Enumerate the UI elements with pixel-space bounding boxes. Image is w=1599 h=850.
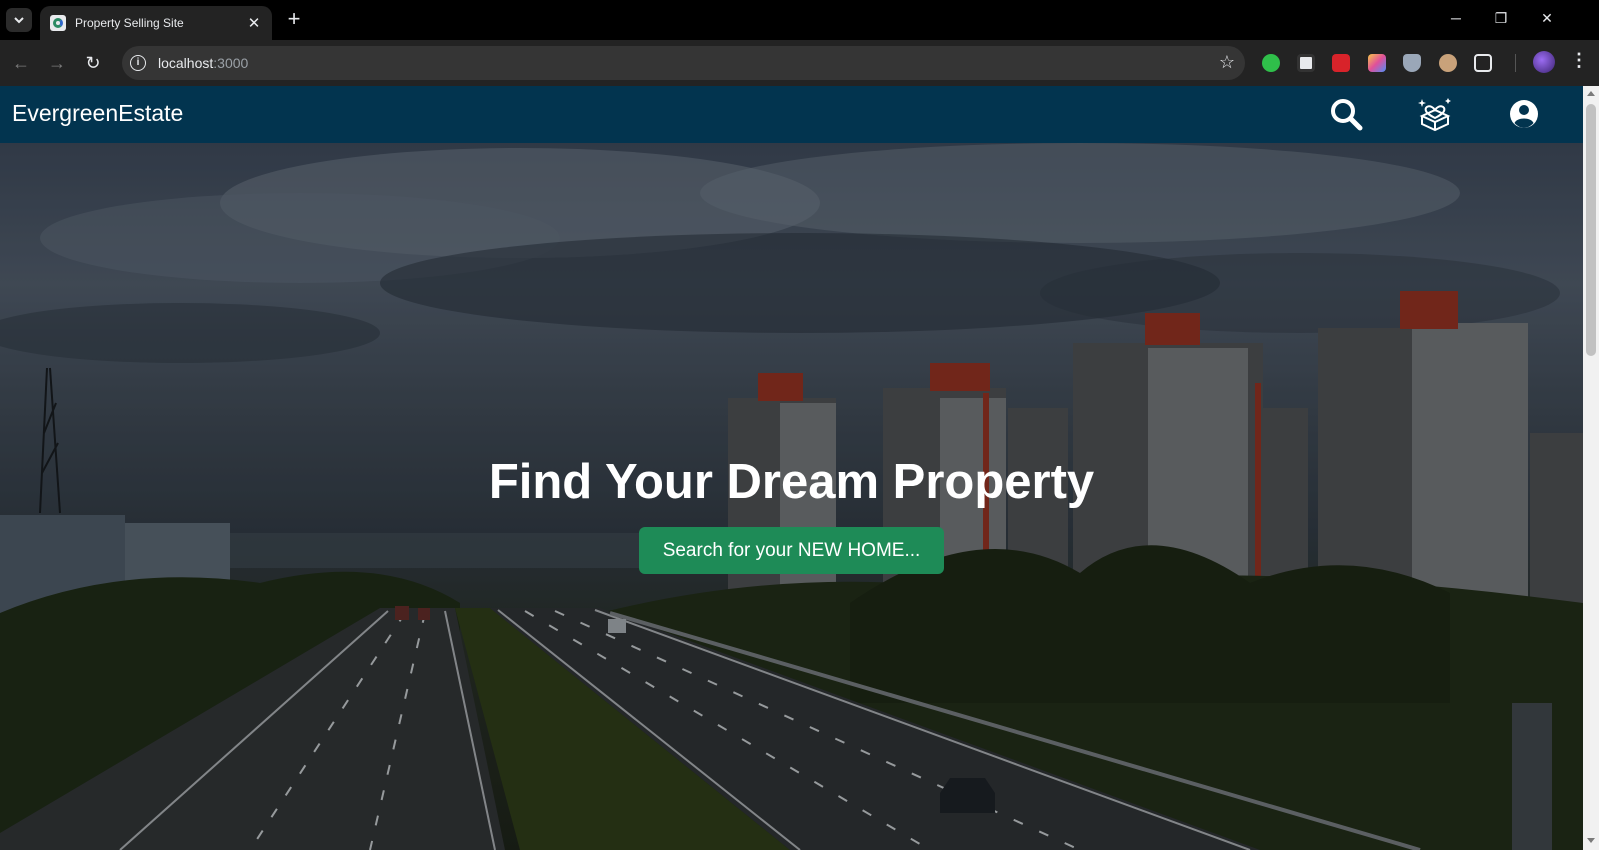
url-text[interactable]: localhost:3000 [158,55,248,71]
search-icon[interactable] [1328,96,1364,132]
brand-logo[interactable]: EvergreenEstate [12,100,183,127]
extension-qr-icon[interactable] [1297,54,1315,72]
site-info-icon[interactable]: i [130,55,146,71]
site-navbar: EvergreenEstate [0,86,1583,143]
extension-shield-icon[interactable] [1403,54,1421,72]
favicon-icon [50,15,66,31]
wishlist-gift-icon[interactable] [1417,96,1453,132]
extension-glasses-icon[interactable] [1439,54,1457,72]
tab-close-icon[interactable]: ✕ [246,14,262,32]
scrollbar-thumb[interactable] [1586,104,1596,356]
scroll-up-arrow-icon[interactable] [1587,91,1595,96]
account-icon[interactable] [1506,96,1542,132]
minimize-button[interactable]: ─ [1446,10,1466,26]
search-new-home-button[interactable]: Search for your NEW HOME... [639,527,944,574]
browser-tab[interactable]: Property Selling Site ✕ [40,6,272,40]
reload-icon[interactable]: ↻ [82,52,104,74]
new-tab-button[interactable]: + [282,8,306,32]
tab-title: Property Selling Site [75,16,184,30]
hero-title: Find Your Dream Property [488,455,1095,509]
extension-lock-icon[interactable] [1332,54,1350,72]
address-bar[interactable]: i localhost:3000 ☆ [122,46,1245,80]
scroll-down-arrow-icon[interactable] [1587,838,1595,843]
forward-arrow-icon[interactable]: → [46,52,68,74]
extensions-puzzle-icon[interactable] [1474,54,1492,72]
extension-check-icon[interactable] [1262,54,1280,72]
extension-pen-icon[interactable] [1368,54,1386,72]
tab-search-button[interactable] [6,8,32,32]
profile-avatar[interactable] [1533,51,1555,73]
close-window-button[interactable]: ✕ [1537,10,1557,27]
page-viewport: EvergreenEstate Find Your Dream Property… [0,86,1599,850]
page-scrollbar[interactable] [1583,86,1599,850]
back-arrow-icon[interactable]: ← [10,52,32,74]
hero-section: Find Your Dream Property Search for your… [0,143,1583,850]
bookmark-star-icon[interactable]: ☆ [1219,52,1235,73]
browser-toolbar: ← → ↻ i localhost:3000 ☆ ⋮ [0,40,1599,86]
toolbar-divider [1515,54,1516,72]
restore-button[interactable]: ❐ [1491,10,1511,27]
chevron-down-icon [14,17,24,24]
browser-menu-icon[interactable]: ⋮ [1570,50,1588,71]
browser-tabstrip: Property Selling Site ✕ + ─ ❐ ✕ [0,0,1599,40]
